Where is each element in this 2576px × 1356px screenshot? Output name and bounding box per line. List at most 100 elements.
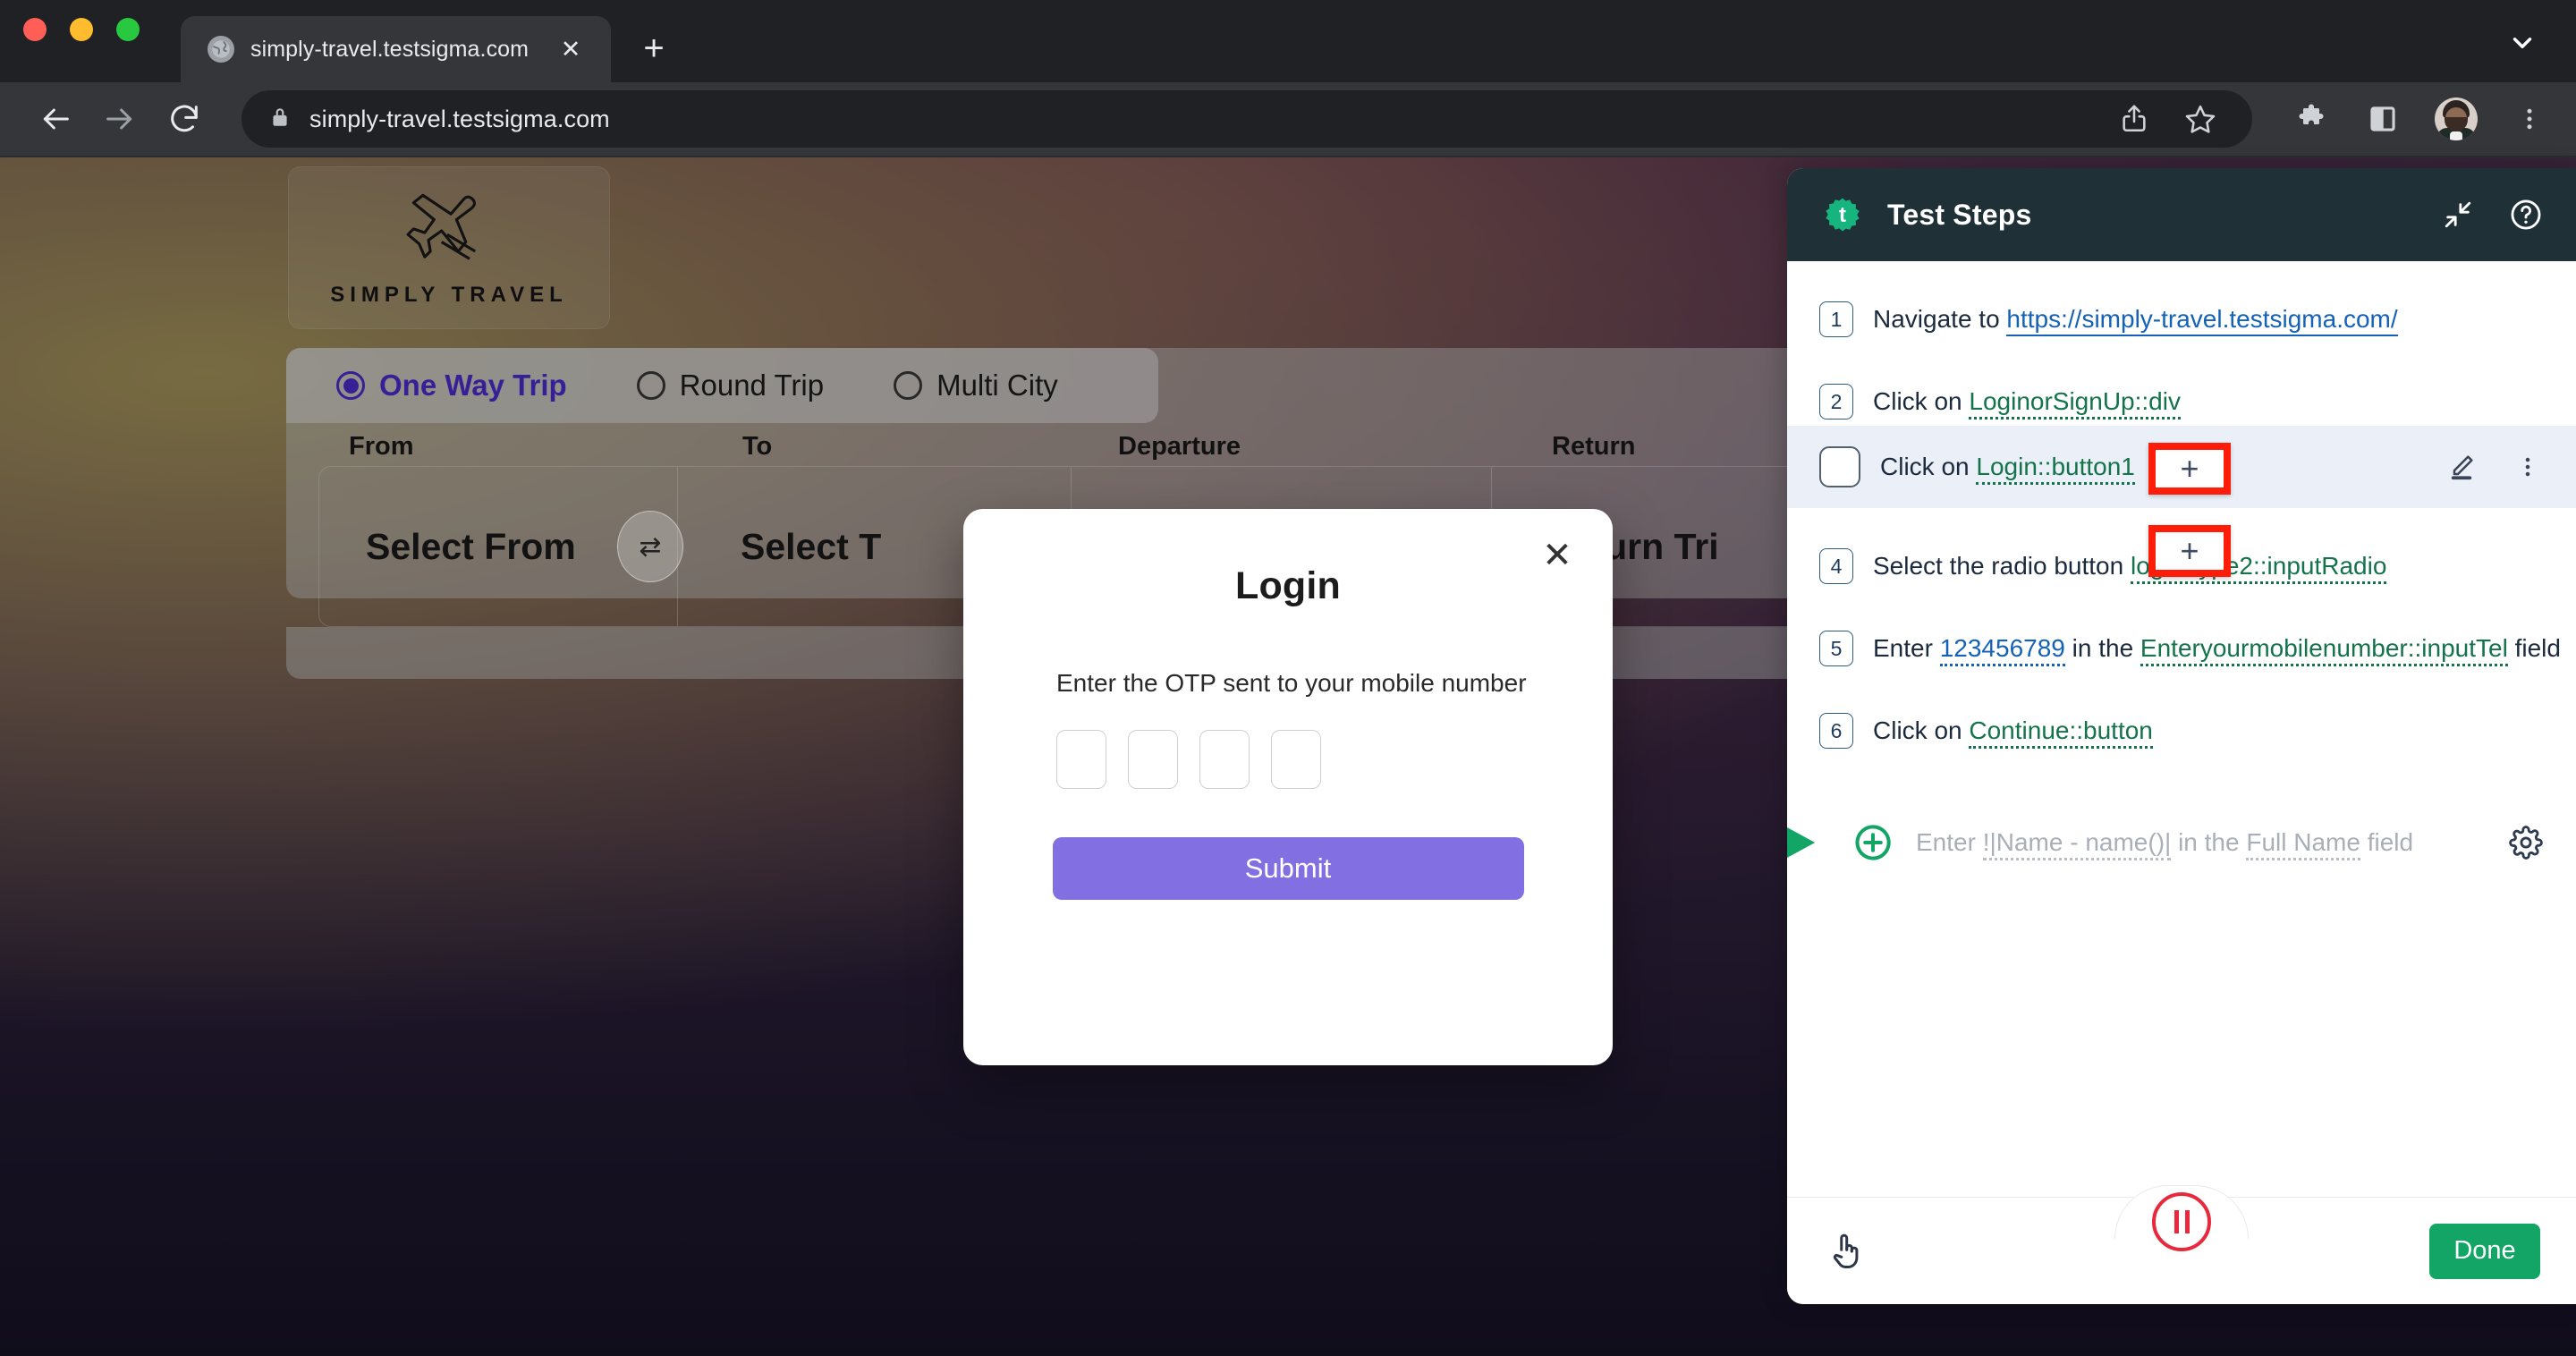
chevron-down-icon xyxy=(2512,38,2532,48)
close-tab-button[interactable]: ✕ xyxy=(554,32,588,66)
browser-toolbar: simply-travel.testsigma.com xyxy=(0,82,2576,157)
otp-digit-3[interactable] xyxy=(1199,730,1250,789)
test-steps-header: t Test Steps xyxy=(1787,168,2576,261)
step-text: Click on LoginorSignUp::div xyxy=(1873,387,2181,420)
done-button[interactable]: Done xyxy=(2429,1223,2540,1279)
address-bar-url: simply-travel.testsigma.com xyxy=(309,105,610,132)
toolbar-actions xyxy=(2259,97,2549,140)
new-step-placeholder: Enter !|Name - name()| in the Full Name … xyxy=(1916,828,2414,860)
tab-title: simply-travel.testsigma.com xyxy=(250,36,530,62)
step-prefix: Click on xyxy=(1873,716,1970,744)
new-tab-button[interactable]: + xyxy=(629,23,679,73)
profile-avatar[interactable] xyxy=(2435,97,2478,140)
test-step-row[interactable]: 6 Click on Continue::button xyxy=(1787,707,2576,755)
maximize-window-button[interactable] xyxy=(116,18,140,41)
reload-icon xyxy=(171,105,198,132)
minimize-window-button[interactable] xyxy=(70,18,93,41)
plus-icon: + xyxy=(2180,450,2199,487)
plus-icon: + xyxy=(2180,532,2199,569)
pause-record-control xyxy=(2114,1185,2249,1262)
login-modal: ✕ Login Enter the OTP sent to your mobil… xyxy=(963,509,1613,1065)
otp-digit-1[interactable] xyxy=(1056,730,1106,789)
forward-button[interactable] xyxy=(91,90,148,148)
close-icon[interactable]: ✕ xyxy=(1532,530,1582,581)
test-steps-panel: t Test Steps 1 Navigate to https://simpl… xyxy=(1787,168,2576,1304)
new-step-row[interactable]: Enter !|Name - name()| in the Full Name … xyxy=(1787,803,2576,882)
otp-digit-4[interactable] xyxy=(1271,730,1321,789)
extensions-puzzle-icon[interactable] xyxy=(2292,99,2331,139)
new-step-token-name[interactable]: !|Name - name()| xyxy=(1982,828,2172,860)
globe-icon xyxy=(208,36,234,63)
test-steps-list[interactable]: 1 Navigate to https://simply-travel.test… xyxy=(1787,261,2576,1197)
new-step-mid: in the xyxy=(2171,828,2247,856)
tab-search-button[interactable] xyxy=(2496,16,2549,70)
play-triangle-icon xyxy=(1787,825,1819,860)
step-link[interactable]: Continue::button xyxy=(1969,716,2153,749)
arrow-right-icon xyxy=(106,108,132,130)
step-link[interactable]: Enteryourmobilenumber::inputTel xyxy=(2140,634,2508,666)
new-step-prefix: Enter xyxy=(1916,828,1983,856)
reload-button[interactable] xyxy=(156,90,213,148)
step-text: Select the radio button logInType2::inpu… xyxy=(1873,552,2387,584)
new-step-suffix: field xyxy=(2360,828,2414,856)
more-vertical-icon[interactable] xyxy=(2510,449,2546,485)
address-bar[interactable]: simply-travel.testsigma.com xyxy=(242,90,2252,148)
otp-digit-2[interactable] xyxy=(1128,730,1178,789)
submit-button[interactable]: Submit xyxy=(1052,837,1524,900)
svg-text:t: t xyxy=(1839,203,1846,227)
step-value[interactable]: 123456789 xyxy=(1939,634,2065,666)
bookmark-star-icon[interactable] xyxy=(2181,99,2220,139)
test-step-row[interactable]: 5 Enter 123456789 in the Enteryourmobile… xyxy=(1787,624,2576,673)
step-checkbox[interactable] xyxy=(1819,446,1860,487)
testsigma-logo-icon: t xyxy=(1818,190,1868,240)
window-controls xyxy=(23,0,140,82)
chrome-menu-icon[interactable] xyxy=(2510,99,2549,139)
step-text: Enter 123456789 in the Enteryourmobilenu… xyxy=(1873,634,2561,666)
pause-record-icon[interactable] xyxy=(2152,1192,2211,1251)
modal-title: Login xyxy=(1234,564,1341,607)
test-steps-title: Test Steps xyxy=(1887,198,2032,231)
tab-strip: simply-travel.testsigma.com ✕ + xyxy=(0,0,2576,82)
otp-inputs xyxy=(963,730,1613,789)
step-prefix: Click on xyxy=(1880,453,1977,480)
help-circle-icon[interactable] xyxy=(2506,195,2546,234)
back-button[interactable] xyxy=(27,90,84,148)
step-prefix: Navigate to xyxy=(1873,305,2007,333)
step-text: Navigate to https://simply-travel.testsi… xyxy=(1873,305,2398,336)
browser-tab[interactable]: simply-travel.testsigma.com ✕ xyxy=(181,16,612,82)
lock-icon xyxy=(268,106,292,133)
step-number: 1 xyxy=(1819,301,1853,337)
step-prefix: Select the radio button xyxy=(1873,552,2131,580)
test-steps-footer: Done xyxy=(1787,1185,2576,1304)
add-step-badge-above[interactable]: + xyxy=(2148,443,2231,495)
step-mid: in the xyxy=(2064,634,2140,662)
step-number: 6 xyxy=(1819,713,1853,749)
pointing-hand-icon[interactable] xyxy=(1823,1228,1869,1275)
circle-plus-icon[interactable] xyxy=(1852,821,1894,864)
step-number: 2 xyxy=(1819,384,1853,420)
swap-icon[interactable]: ⇄ xyxy=(617,511,683,582)
step-text: Click on Continue::button xyxy=(1873,716,2153,749)
add-step-badge-below[interactable]: + xyxy=(2148,525,2231,577)
step-prefix: Enter xyxy=(1873,634,1940,662)
step-number: 5 xyxy=(1819,631,1853,666)
test-step-row[interactable]: 1 Navigate to https://simply-travel.test… xyxy=(1787,295,2576,343)
share-icon[interactable] xyxy=(2114,99,2154,139)
step-suffix: field xyxy=(2507,634,2561,662)
step-number: 4 xyxy=(1819,548,1853,584)
side-panel-icon[interactable] xyxy=(2363,99,2402,139)
otp-instruction: Enter the OTP sent to your mobile number xyxy=(1056,669,1527,697)
step-link[interactable]: Login::button1 xyxy=(1976,453,2135,485)
pencil-edit-icon[interactable] xyxy=(2444,449,2479,485)
new-step-token-field[interactable]: Full Name xyxy=(2246,828,2360,860)
arrow-left-icon xyxy=(43,108,69,130)
browser-window: simply-travel.testsigma.com ✕ + simply-t… xyxy=(0,0,2576,1356)
test-step-row[interactable]: 2 Click on LoginorSignUp::div xyxy=(1787,377,2576,426)
step-text: Click on Login::button1 xyxy=(1880,453,2135,485)
gear-settings-icon[interactable] xyxy=(2506,823,2546,862)
close-window-button[interactable] xyxy=(23,18,47,41)
step-prefix: Click on xyxy=(1873,387,1970,415)
collapse-arrows-icon[interactable] xyxy=(2438,195,2478,234)
step-link[interactable]: LoginorSignUp::div xyxy=(1969,387,2181,420)
step-link[interactable]: https://simply-travel.testsigma.com/ xyxy=(2006,305,2398,336)
